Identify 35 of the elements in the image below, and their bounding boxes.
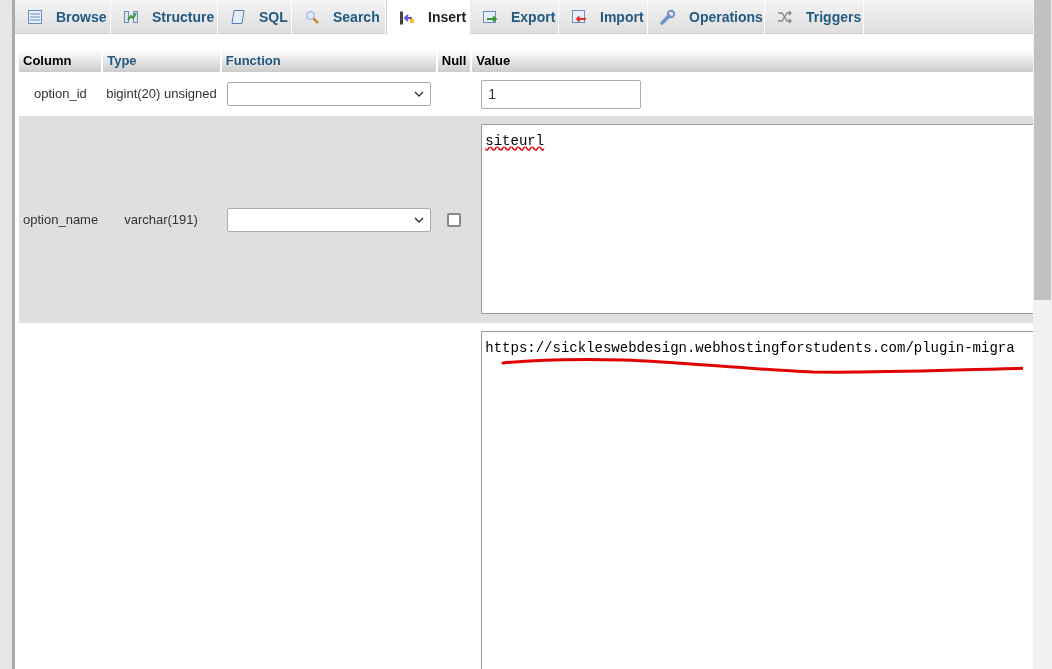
value-textarea[interactable]: https://sickleswebdesign.webhostingforstudents.com/plugin-migra: [481, 331, 1033, 669]
null-checkbox[interactable]: [447, 213, 462, 228]
value-textarea[interactable]: siteurl: [481, 124, 1033, 314]
shuffle-icon: [777, 9, 793, 25]
column-name: option_name: [23, 211, 99, 227]
scroll-icon: [230, 9, 246, 25]
chart-icon: [123, 9, 139, 25]
export-icon: [482, 9, 498, 25]
column-header: Column: [19, 50, 103, 72]
column-type: bigint(20) unsigned: [106, 86, 217, 102]
search-icon: [304, 9, 320, 25]
function-dropdown[interactable]: [226, 82, 431, 106]
column-header: Null: [436, 50, 472, 72]
insert-icon: [399, 9, 415, 26]
chevron-down-icon: [413, 216, 424, 223]
tab[interactable]: Insert: [386, 0, 470, 35]
tab[interactable]: Triggers: [765, 0, 864, 34]
column-name: option_id: [34, 86, 87, 102]
function-dropdown[interactable]: [226, 207, 431, 232]
tab[interactable]: Import: [559, 0, 648, 34]
tab[interactable]: SQL: [218, 0, 292, 34]
import-icon: [571, 9, 587, 25]
column-header: Type: [102, 50, 221, 72]
tab[interactable]: Structure: [111, 0, 218, 34]
wrench-icon: [660, 9, 676, 25]
tab[interactable]: Operations: [648, 0, 765, 34]
column-type: varchar(191): [124, 211, 198, 227]
table-icon: [27, 9, 43, 25]
chevron-down-icon: [413, 91, 424, 97]
value-input[interactable]: 1: [481, 79, 642, 109]
column-header: Function: [220, 50, 437, 72]
column-header: Value: [471, 50, 1033, 72]
tab[interactable]: Browse: [15, 0, 111, 34]
tab[interactable]: Export: [470, 0, 559, 34]
scrollbar[interactable]: [1033, 0, 1052, 669]
